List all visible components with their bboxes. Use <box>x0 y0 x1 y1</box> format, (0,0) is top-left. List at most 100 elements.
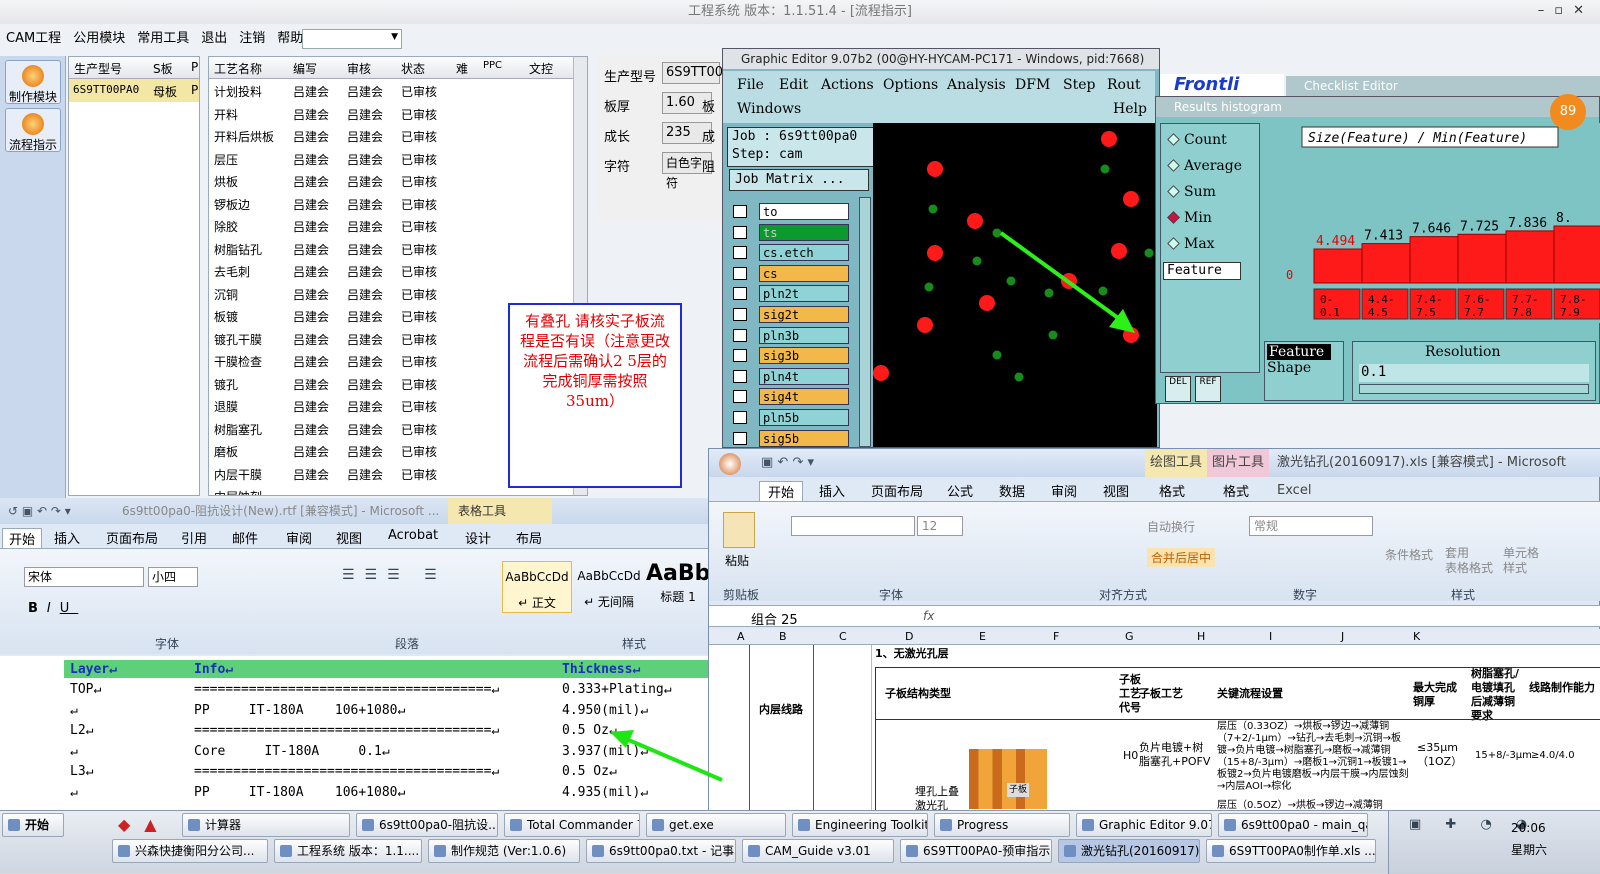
taskbar-button[interactable]: 6S9TT00PA0-预审指示.... <box>900 839 1052 863</box>
ge-menu-rout[interactable]: Rout <box>1107 77 1141 93</box>
word-tab-home[interactable]: 开始 <box>2 528 43 548</box>
ge-menu-help[interactable]: Help <box>1113 101 1147 117</box>
rh-option-sum[interactable]: Sum <box>1167 184 1216 200</box>
layer-checkbox[interactable] <box>733 328 747 342</box>
menu-help[interactable]: 帮助 <box>277 31 303 46</box>
layer-item[interactable]: pln2t <box>733 285 849 303</box>
layer-item[interactable]: pln4t <box>733 367 849 385</box>
taskbar-button[interactable]: Progress <box>934 813 1070 837</box>
layer-checkbox[interactable] <box>733 308 747 321</box>
word-tab-acrobat[interactable]: Acrobat <box>388 528 438 543</box>
taskbar-button[interactable]: get.exe <box>646 813 786 837</box>
quick-launch-icons[interactable]: ◆▲ <box>118 815 171 834</box>
col-author[interactable]: 编写 <box>293 60 317 77</box>
notification-bubble[interactable]: 89 <box>1550 94 1586 130</box>
layer-item[interactable]: cs.etch <box>733 244 849 262</box>
col-model[interactable]: 生产型号 <box>74 60 122 77</box>
rh-option-count[interactable]: Count <box>1167 132 1227 148</box>
menu-public[interactable]: 公用模块 <box>73 31 125 46</box>
histogram-bar[interactable] <box>1505 230 1555 284</box>
stack-diagram-image[interactable] <box>969 749 1047 809</box>
column-header[interactable]: D <box>905 630 913 643</box>
table-row[interactable]: 树脂钻孔 吕建会 吕建会 已审核 <box>209 237 587 260</box>
style-normal[interactable]: AaBbCcDd ↵ 正文 <box>502 561 572 613</box>
paste-icon[interactable] <box>723 512 755 548</box>
inner-line-cell[interactable]: 内层线路 <box>759 703 803 717</box>
job-matrix-button[interactable]: Job Matrix ... <box>729 169 869 191</box>
histogram-bar[interactable] <box>1553 225 1600 284</box>
layer-checkbox[interactable] <box>733 246 747 260</box>
section-title-cell[interactable]: 1、无激光孔层 <box>875 647 949 661</box>
excel-tab-view[interactable]: 视图 <box>1103 481 1129 500</box>
layer-checkbox[interactable] <box>733 349 747 363</box>
excel-tab-data[interactable]: 数据 <box>999 481 1025 500</box>
ge-menu-actions[interactable]: Actions <box>821 77 874 93</box>
layer-checkbox[interactable] <box>733 225 747 239</box>
table-row[interactable]: 计划投料 吕建会 吕建会 已审核 <box>209 79 587 102</box>
taskbar-button[interactable]: Total Commander 7.0... <box>504 813 640 837</box>
layer-item[interactable]: sig4t <box>733 388 849 406</box>
conditional-format-button[interactable]: 条件格式 <box>1385 546 1433 563</box>
layer-item[interactable]: to <box>733 203 849 220</box>
col-status[interactable]: 状态 <box>401 60 425 77</box>
table-row[interactable]: 6S9TT00PA0 母板 P <box>69 79 199 102</box>
style-heading-1[interactable]: AaBb 标题 1 <box>646 561 710 613</box>
table-row[interactable]: 开料 吕建会 吕建会 已审核 <box>209 102 587 125</box>
column-header[interactable]: C <box>839 630 847 643</box>
make-module-button[interactable]: 制作模块 <box>5 60 61 104</box>
column-header[interactable]: J <box>1341 630 1344 643</box>
ge-menu-analysis[interactable]: Analysis <box>947 77 1006 93</box>
paste-button[interactable]: 粘贴 <box>725 552 749 569</box>
col-difficulty[interactable]: 难 <box>456 60 468 77</box>
layer-item[interactable]: ts <box>733 223 849 241</box>
excel-tab-layout[interactable]: 页面布局 <box>871 481 923 500</box>
layer-checkbox[interactable] <box>733 390 747 404</box>
col-p[interactable]: P <box>191 60 198 74</box>
excel-tab-format[interactable]: 格式 <box>1159 481 1185 500</box>
ref-button[interactable]: REF <box>1195 376 1221 402</box>
ge-menu-windows[interactable]: Windows <box>737 101 801 117</box>
font-name-combo[interactable]: 宋体 <box>24 567 144 587</box>
office-button-icon[interactable] <box>719 453 741 475</box>
menu-exit[interactable]: 退出 <box>201 31 227 46</box>
column-header[interactable]: E <box>979 630 986 643</box>
taskbar-button[interactable]: 计算器 <box>182 813 350 837</box>
col-review[interactable]: 审核 <box>347 60 371 77</box>
table-row[interactable]: 沉铜 吕建会 吕建会 已审核 <box>209 282 587 305</box>
excel-tab-review[interactable]: 审阅 <box>1051 481 1077 500</box>
word-tab-review[interactable]: 审阅 <box>286 528 312 547</box>
ge-menu-options[interactable]: Options <box>883 77 938 93</box>
excel-size-combo[interactable]: 12 <box>917 516 963 536</box>
col-process[interactable]: 工艺名称 <box>214 60 262 77</box>
word-tab-insert[interactable]: 插入 <box>54 528 80 547</box>
column-header[interactable]: H <box>1197 630 1205 643</box>
layer-item[interactable]: pln5b <box>733 409 849 426</box>
name-box[interactable]: 组合 25 <box>751 609 798 628</box>
column-header[interactable]: A <box>737 630 745 643</box>
taskbar-button[interactable]: 激光钻孔(20160917)... <box>1058 839 1200 863</box>
rh-option-min[interactable]: Min <box>1167 210 1212 226</box>
layer-checkbox[interactable] <box>733 266 747 280</box>
format-buttons[interactable]: BIU <box>28 601 78 616</box>
menu-tools[interactable]: 常用工具 <box>137 31 189 46</box>
rh-shape-item[interactable]: Shape <box>1267 360 1341 376</box>
layer-item[interactable]: sig5b <box>733 429 849 447</box>
col-board[interactable]: S板 <box>153 60 173 77</box>
excel-tab-format-2[interactable]: 格式 <box>1223 481 1249 500</box>
flow-indicator-button[interactable]: 流程指示 <box>5 108 61 152</box>
cell-style-button[interactable]: 单元格 样式 <box>1503 546 1539 576</box>
taskbar-button[interactable]: 6s9tt00pa0-阻抗设... <box>356 813 498 837</box>
qat-icons[interactable]: ↺ ▣ ↶ ↷ ▾ <box>8 504 71 518</box>
clock-time[interactable]: 20:06 <box>1511 821 1546 835</box>
rh-feature-item[interactable]: Feature <box>1267 344 1331 360</box>
histogram-bar[interactable] <box>1361 243 1411 284</box>
number-format-combo[interactable]: 常规 <box>1249 516 1373 536</box>
rh-option-average[interactable]: Average <box>1167 158 1242 174</box>
column-header[interactable]: G <box>1125 630 1134 643</box>
taskbar-button[interactable]: 6s9tt00pa0.txt - 记事本 <box>586 839 736 863</box>
taskbar-button[interactable]: 工程系统 版本：1.1.... <box>274 839 422 863</box>
form-model-field[interactable]: 6S9TT00 <box>662 62 723 84</box>
fx-icon[interactable]: fx <box>923 609 934 623</box>
wrap-text-button[interactable]: 自动换行 <box>1147 518 1195 535</box>
ge-menu-edit[interactable]: Edit <box>779 77 808 93</box>
